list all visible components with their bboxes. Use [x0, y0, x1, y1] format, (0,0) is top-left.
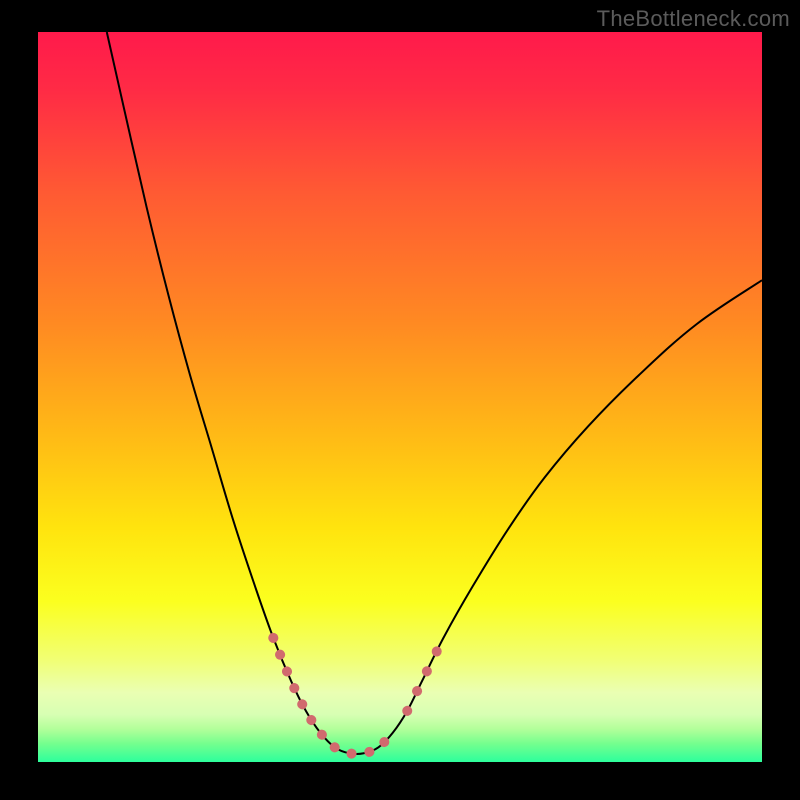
series-highlight-left — [273, 638, 392, 754]
series-bottleneck-curve — [107, 32, 762, 754]
chart-container: TheBottleneck.com — [0, 0, 800, 800]
watermark-label: TheBottleneck.com — [597, 6, 790, 32]
plot-area — [38, 32, 762, 762]
curve-layer — [38, 32, 762, 762]
